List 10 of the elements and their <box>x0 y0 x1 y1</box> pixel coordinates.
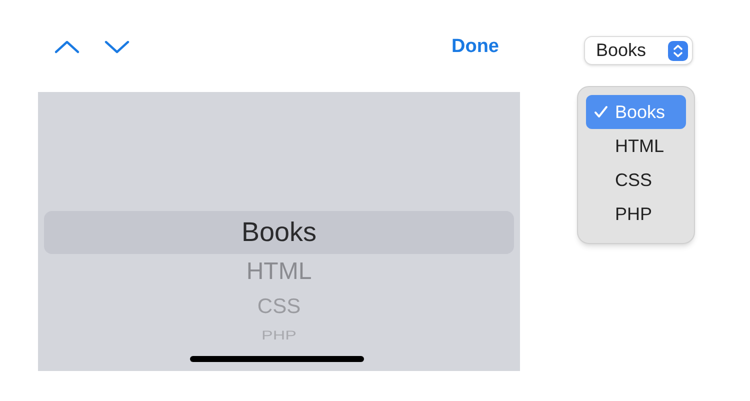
checkmark-icon <box>594 105 608 119</box>
menu-item[interactable]: HTML <box>586 129 686 163</box>
menu-item[interactable]: PHP <box>586 197 686 231</box>
chevron-up-icon <box>54 40 80 54</box>
menu-item[interactable]: CSS <box>586 163 686 197</box>
chevron-down-icon <box>104 40 130 54</box>
select-dropdown[interactable]: Books <box>584 36 693 65</box>
stepper-icon <box>668 40 688 60</box>
picker-option[interactable]: Books <box>241 212 317 253</box>
done-button[interactable]: Done <box>452 32 499 62</box>
